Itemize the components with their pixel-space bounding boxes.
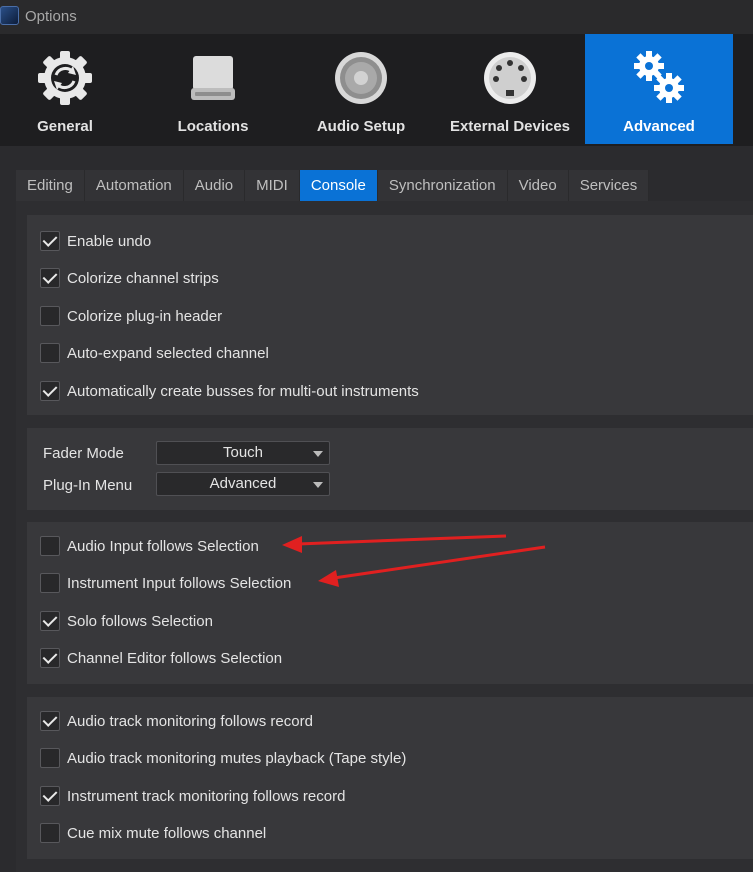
category-audio-setup-label: Audio Setup (316, 118, 406, 135)
cue-mix-mute-follows-option[interactable]: Cue mix mute follows channel (40, 821, 266, 845)
audio-monitoring-follows-record-label: Audio track monitoring follows record (67, 712, 313, 730)
tab-strip: Editing Automation Audio MIDI Console Sy… (16, 170, 650, 201)
enable-undo-checkbox[interactable] (40, 231, 60, 251)
colorize-plugin-header-option[interactable]: Colorize plug-in header (40, 304, 222, 328)
colorize-plugin-header-checkbox[interactable] (40, 306, 60, 326)
speaker-icon (335, 52, 387, 104)
colorize-channel-strips-checkbox[interactable] (40, 268, 60, 288)
cue-mix-mute-follows-checkbox[interactable] (40, 823, 60, 843)
midi-connector-icon (484, 52, 536, 104)
audio-monitoring-mutes-playback-label: Audio track monitoring mutes playback (T… (67, 749, 407, 767)
tab-audio[interactable]: Audio (183, 170, 246, 201)
channel-editor-follows-option[interactable]: Channel Editor follows Selection (40, 646, 282, 670)
audio-monitoring-follows-record-option[interactable]: Audio track monitoring follows record (40, 709, 313, 733)
general-console-options-panel: Enable undo Colorize channel strips Colo… (27, 215, 753, 415)
audio-input-follows-option[interactable]: Audio Input follows Selection (40, 534, 259, 558)
solo-follows-checkbox[interactable] (40, 611, 60, 631)
auto-create-busses-checkbox[interactable] (40, 381, 60, 401)
fader-mode-value: Touch (222, 444, 264, 461)
chevron-down-icon (313, 482, 323, 488)
tab-synchronization[interactable]: Synchronization (377, 170, 508, 201)
instrument-monitoring-follows-record-label: Instrument track monitoring follows reco… (67, 787, 346, 805)
instrument-monitoring-follows-record-option[interactable]: Instrument track monitoring follows reco… (40, 784, 345, 808)
enable-undo-label: Enable undo (67, 232, 152, 250)
category-locations-label: Locations (177, 118, 249, 135)
auto-expand-channel-checkbox[interactable] (40, 343, 60, 363)
category-advanced[interactable]: Advanced (585, 34, 733, 144)
auto-create-busses-label: Automatically create busses for multi-ou… (67, 382, 419, 400)
colorize-plugin-header-label: Colorize plug-in header (67, 307, 223, 325)
chevron-down-icon (313, 451, 323, 457)
auto-expand-channel-label: Auto-expand selected channel (67, 344, 269, 362)
enable-undo-option[interactable]: Enable undo (40, 229, 151, 253)
cue-mix-mute-follows-label: Cue mix mute follows channel (67, 824, 267, 842)
plugin-menu-label: Plug-In Menu (43, 477, 133, 494)
instrument-monitoring-follows-record-checkbox[interactable] (40, 786, 60, 806)
window-title: Options (25, 8, 77, 25)
category-external-devices[interactable]: External Devices (436, 34, 584, 144)
audio-input-follows-checkbox[interactable] (40, 536, 60, 556)
instrument-input-follows-checkbox[interactable] (40, 573, 60, 593)
instrument-input-follows-option[interactable]: Instrument Input follows Selection (40, 571, 291, 595)
monitoring-panel: Audio track monitoring follows record Au… (27, 697, 753, 859)
colorize-channel-strips-option[interactable]: Colorize channel strips (40, 266, 219, 290)
colorize-channel-strips-label: Colorize channel strips (67, 269, 219, 287)
tab-automation[interactable]: Automation (84, 170, 184, 201)
audio-monitoring-mutes-playback-option[interactable]: Audio track monitoring mutes playback (T… (40, 746, 406, 770)
audio-input-follows-label: Audio Input follows Selection (67, 537, 259, 555)
auto-expand-channel-option[interactable]: Auto-expand selected channel (40, 341, 269, 365)
category-audio-setup[interactable]: Audio Setup (287, 34, 435, 144)
plugin-menu-select[interactable]: Advanced (156, 472, 330, 496)
tab-video[interactable]: Video (507, 170, 569, 201)
channel-editor-follows-label: Channel Editor follows Selection (67, 649, 283, 667)
title-bar: Options (0, 0, 753, 34)
plugin-menu-value: Advanced (209, 475, 277, 492)
category-general-label: General (37, 118, 93, 135)
category-locations[interactable]: Locations (139, 34, 287, 144)
channel-editor-follows-checkbox[interactable] (40, 648, 60, 668)
auto-create-busses-option[interactable]: Automatically create busses for multi-ou… (40, 379, 419, 403)
audio-monitoring-follows-record-checkbox[interactable] (40, 711, 60, 731)
audio-monitoring-mutes-playback-checkbox[interactable] (40, 748, 60, 768)
category-advanced-label: Advanced (623, 118, 695, 135)
category-bar: General Locations Audio Setup External D… (0, 34, 753, 146)
fader-mode-label: Fader Mode (43, 445, 124, 462)
fader-plugin-settings-panel: Fader Mode Touch Plug-In Menu Advanced (27, 428, 753, 510)
tab-editing[interactable]: Editing (16, 170, 85, 201)
tab-services[interactable]: Services (568, 170, 650, 201)
selection-follow-panel: Audio Input follows Selection Instrument… (27, 522, 753, 684)
tab-console[interactable]: Console (299, 170, 378, 201)
instrument-input-follows-label: Instrument Input follows Selection (67, 574, 292, 592)
category-external-devices-label: External Devices (449, 118, 571, 135)
drive-icon (191, 56, 235, 100)
console-settings-content: Enable undo Colorize channel strips Colo… (16, 201, 753, 872)
tab-midi[interactable]: MIDI (245, 170, 300, 201)
fader-mode-select[interactable]: Touch (156, 441, 330, 465)
solo-follows-option[interactable]: Solo follows Selection (40, 609, 213, 633)
app-logo-icon (0, 6, 19, 25)
gear-refresh-icon (38, 51, 92, 105)
category-general[interactable]: General (0, 34, 139, 144)
solo-follows-label: Solo follows Selection (67, 612, 213, 630)
gears-icon (634, 51, 684, 103)
